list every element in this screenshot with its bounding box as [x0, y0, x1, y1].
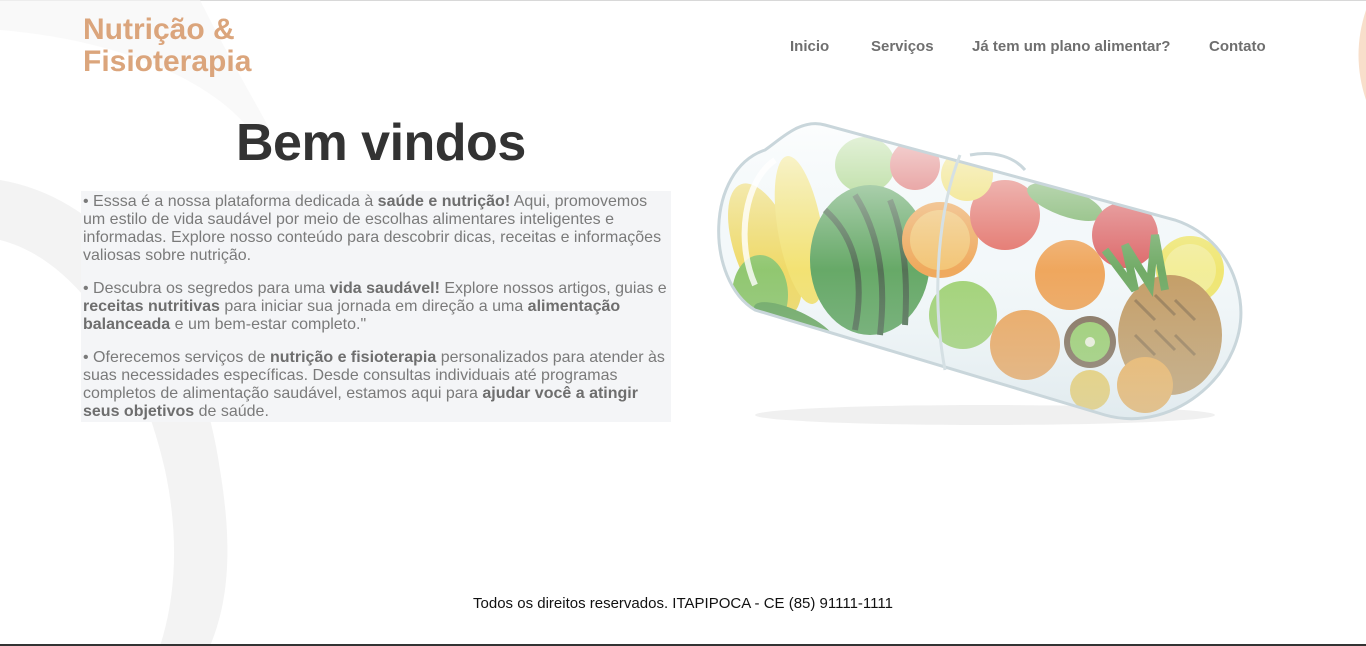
capsule-illustration: [717, 122, 1243, 425]
paragraph-text: e um bem-estar completo.": [170, 316, 367, 333]
paragraph-text: Explore nossos artigos, guias e: [439, 280, 667, 297]
intro-paragraph-1: • Esssa é a nossa plataforma dedicada à …: [83, 193, 669, 265]
paragraph-text: para iniciar sua jornada em direção a um…: [219, 298, 528, 315]
intro-text-box: • Esssa é a nossa plataforma dedicada à …: [81, 191, 671, 422]
main-nav: Inicio Serviços Já tem um plano alimenta…: [0, 38, 1366, 58]
paragraph-text: de saúde.: [194, 403, 269, 420]
paragraph-text: • Esssa é a nossa plataforma dedicada à: [83, 193, 378, 210]
intro-paragraph-2: • Descubra os segredos para uma vida sau…: [83, 280, 669, 334]
nav-link-contato[interactable]: Contato: [1209, 38, 1266, 55]
top-border: [0, 0, 1366, 1]
intro-paragraph-3: • Oferecemos serviços de nutrição e fisi…: [83, 349, 669, 421]
paragraph-bold: receitas nutritivas: [83, 298, 220, 315]
nav-link-servicos[interactable]: Serviços: [871, 38, 934, 55]
paragraph-text: • Oferecemos serviços de: [83, 349, 270, 366]
paragraph-bold: vida saudável!: [329, 280, 440, 297]
page-title: Bem vindos: [236, 114, 526, 172]
nav-link-inicio[interactable]: Inicio: [790, 38, 829, 55]
footer-text: Todos os direitos reservados. ITAPIPOCA …: [473, 595, 893, 612]
paragraph-bold: nutrição e fisioterapia: [270, 349, 437, 366]
paragraph-bold: saúde e nutrição!: [377, 193, 511, 210]
paragraph-text: • Descubra os segredos para uma: [83, 280, 330, 297]
capsule-with-fruits-image: [705, 110, 1265, 430]
nav-link-plano-alimentar[interactable]: Já tem um plano alimentar?: [972, 38, 1170, 55]
